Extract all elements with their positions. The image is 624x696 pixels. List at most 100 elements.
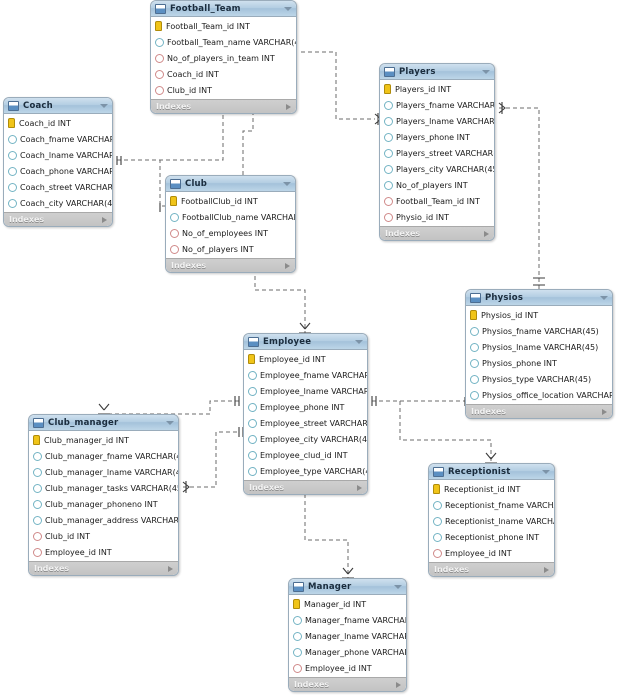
column-row[interactable]: Manager_fname VARCHAR(45) xyxy=(289,612,406,628)
column-row[interactable]: Employee_id INT xyxy=(429,545,554,561)
column-row[interactable]: Physios_lname VARCHAR(45) xyxy=(466,339,612,355)
column-row[interactable]: Manager_lname VARCHAR(45) xyxy=(289,628,406,644)
column-row[interactable]: Club_manager_tasks VARCHAR(45) xyxy=(29,480,178,496)
chevron-down-icon[interactable] xyxy=(100,103,108,108)
indexes-section-club[interactable]: Indexes xyxy=(166,258,295,272)
expand-right-icon[interactable] xyxy=(484,230,489,237)
table-club_manager[interactable]: Club_manager Club_manager_id INT Club_mana… xyxy=(28,414,179,576)
indexes-section-players[interactable]: Indexes xyxy=(380,226,494,240)
table-physios[interactable]: Physios Physios_id INT Physios_fname VARCH… xyxy=(465,289,613,419)
chevron-down-icon[interactable] xyxy=(542,469,550,474)
table-header-physios[interactable]: Physios xyxy=(466,290,612,306)
column-row[interactable]: Receptionist_id INT xyxy=(429,481,554,497)
column-row[interactable]: Employee_clud_id INT xyxy=(244,447,367,463)
column-row[interactable]: Club_manager_fname VARCHAR(45) xyxy=(29,448,178,464)
column-row[interactable]: Club_id INT xyxy=(29,528,178,544)
column-row[interactable]: Coach_lname VARCHAR(45) xyxy=(4,147,112,163)
table-football_team[interactable]: Football_Team Football_Team_id INT Footbal… xyxy=(150,0,297,114)
table-manager[interactable]: Manager Manager_id INT Manager_fname VARCH… xyxy=(288,578,407,692)
table-header-coach[interactable]: Coach xyxy=(4,98,112,114)
column-row[interactable]: Players_street VARCHAR(45) xyxy=(380,145,494,161)
table-header-club_manager[interactable]: Club_manager xyxy=(29,415,178,431)
column-row[interactable]: Club_manager_phoneno INT xyxy=(29,496,178,512)
indexes-section-football_team[interactable]: Indexes xyxy=(151,99,296,113)
table-header-employee[interactable]: Employee xyxy=(244,334,367,350)
chevron-down-icon[interactable] xyxy=(355,339,363,344)
column-row[interactable]: Physios_id INT xyxy=(466,307,612,323)
expand-right-icon[interactable] xyxy=(544,566,549,573)
column-row[interactable]: Employee_street VARCHAR(45) xyxy=(244,415,367,431)
column-row[interactable]: No_of_players INT xyxy=(166,241,295,257)
expand-right-icon[interactable] xyxy=(602,408,607,415)
table-club[interactable]: Club FootballClub_id INT FootballClub_name… xyxy=(165,175,296,273)
column-row[interactable]: Coach_fname VARCHAR(45) xyxy=(4,131,112,147)
table-header-players[interactable]: Players xyxy=(380,64,494,80)
column-row[interactable]: Physios_office_location VARCHAR(45) xyxy=(466,387,612,403)
chevron-down-icon[interactable] xyxy=(600,295,608,300)
table-header-manager[interactable]: Manager xyxy=(289,579,406,595)
column-row[interactable]: Employee_fname VARCHAR(45) xyxy=(244,367,367,383)
chevron-down-icon[interactable] xyxy=(394,584,402,589)
eer-diagram-canvas[interactable]: Football_Team Football_Team_id INT Footbal… xyxy=(0,0,624,696)
table-employee[interactable]: Employee Employee_id INT Employee_fname VA… xyxy=(243,333,368,495)
column-row[interactable]: Physios_type VARCHAR(45) xyxy=(466,371,612,387)
column-row[interactable]: Employee_city VARCHAR(45) xyxy=(244,431,367,447)
column-row[interactable]: Coach_id INT xyxy=(151,66,296,82)
indexes-section-coach[interactable]: Indexes xyxy=(4,212,112,226)
chevron-down-icon[interactable] xyxy=(482,69,490,74)
column-row[interactable]: Players_id INT xyxy=(380,81,494,97)
table-coach[interactable]: Coach Coach_id INT Coach_fname VARCHAR(45)… xyxy=(3,97,113,227)
column-row[interactable]: Physios_fname VARCHAR(45) xyxy=(466,323,612,339)
column-row[interactable]: Coach_phone VARCHAR(45) xyxy=(4,163,112,179)
expand-right-icon[interactable] xyxy=(285,262,290,269)
column-row[interactable]: FootballClub_id INT xyxy=(166,193,295,209)
expand-right-icon[interactable] xyxy=(396,681,401,688)
indexes-section-physios[interactable]: Indexes xyxy=(466,404,612,418)
column-row[interactable]: Players_phone INT xyxy=(380,129,494,145)
expand-right-icon[interactable] xyxy=(286,103,291,110)
column-row[interactable]: Employee_id INT xyxy=(29,544,178,560)
chevron-down-icon[interactable] xyxy=(166,420,174,425)
column-row[interactable]: No_of_employees INT xyxy=(166,225,295,241)
indexes-section-club_manager[interactable]: Indexes xyxy=(29,561,178,575)
column-row[interactable]: Coach_city VARCHAR(45) xyxy=(4,195,112,211)
column-row[interactable]: Club_manager_id INT xyxy=(29,432,178,448)
expand-right-icon[interactable] xyxy=(357,484,362,491)
column-row[interactable]: Employee_lname VARCHAR(45) xyxy=(244,383,367,399)
column-row[interactable]: Employee_type VARCHAR(45) xyxy=(244,463,367,479)
column-row[interactable]: Receptionist_phone INT xyxy=(429,529,554,545)
chevron-down-icon[interactable] xyxy=(283,181,291,186)
column-row[interactable]: Employee_id INT xyxy=(289,660,406,676)
column-row[interactable]: Employee_phone INT xyxy=(244,399,367,415)
indexes-section-manager[interactable]: Indexes xyxy=(289,677,406,691)
column-row[interactable]: Physios_phone INT xyxy=(466,355,612,371)
column-row[interactable]: Club_manager_lname VARCHAR(45) xyxy=(29,464,178,480)
column-row[interactable]: Club_id INT xyxy=(151,82,296,98)
column-row[interactable]: Football_Team_name VARCHAR(45) xyxy=(151,34,296,50)
column-row[interactable]: Coach_id INT xyxy=(4,115,112,131)
table-receptionist[interactable]: Receptionist Receptionist_id INT Reception… xyxy=(428,463,555,577)
column-row[interactable]: FootballClub_name VARCHAR(45) xyxy=(166,209,295,225)
column-row[interactable]: Physio_id INT xyxy=(380,209,494,225)
column-row[interactable]: Manager_phone VARCHAR(45) xyxy=(289,644,406,660)
column-row[interactable]: Receptionist_fname VARCHAR(45) xyxy=(429,497,554,513)
column-row[interactable]: Manager_id INT xyxy=(289,596,406,612)
column-row[interactable]: Receptionist_lname VARCHAR(45) xyxy=(429,513,554,529)
column-row[interactable]: Players_fname VARCHAR(45) xyxy=(380,97,494,113)
table-players[interactable]: Players Players_id INT Players_fname VARCH… xyxy=(379,63,495,241)
column-row[interactable]: Football_Team_id INT xyxy=(151,18,296,34)
expand-right-icon[interactable] xyxy=(168,565,173,572)
column-row[interactable]: No_of_players INT xyxy=(380,177,494,193)
column-row[interactable]: Club_manager_address VARCHAR(45) xyxy=(29,512,178,528)
indexes-section-employee[interactable]: Indexes xyxy=(244,480,367,494)
column-row[interactable]: Employee_id INT xyxy=(244,351,367,367)
column-row[interactable]: Coach_street VARCHAR(45) xyxy=(4,179,112,195)
expand-right-icon[interactable] xyxy=(102,216,107,223)
column-row[interactable]: No_of_players_in_team INT xyxy=(151,50,296,66)
column-row[interactable]: Players_lname VARCHAR(45) xyxy=(380,113,494,129)
table-header-football_team[interactable]: Football_Team xyxy=(151,1,296,17)
chevron-down-icon[interactable] xyxy=(284,6,292,11)
column-row[interactable]: Players_city VARCHAR(45) xyxy=(380,161,494,177)
column-row[interactable]: Football_Team_id INT xyxy=(380,193,494,209)
table-header-club[interactable]: Club xyxy=(166,176,295,192)
